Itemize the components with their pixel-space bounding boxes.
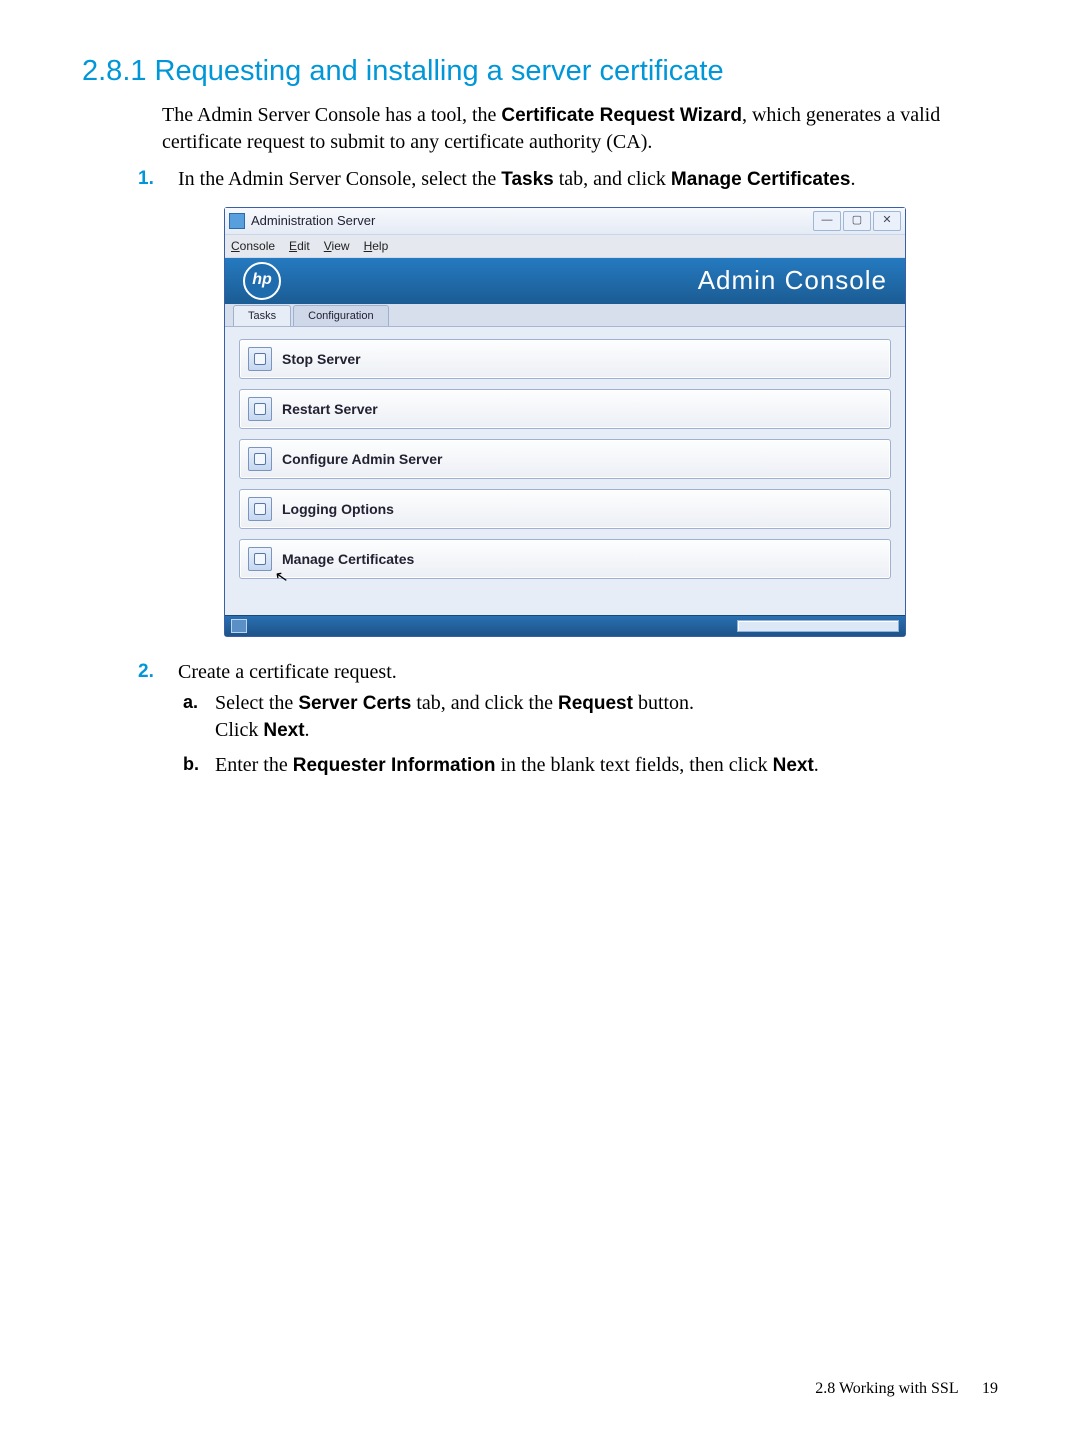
sub-b-post: . [814, 754, 819, 776]
document-page: 2.8.1 Requesting and installing a server… [0, 0, 1080, 1438]
menu-console[interactable]: CConsoleonsole [231, 238, 275, 254]
step-1-pre: In the Admin Server Console, select the [178, 168, 501, 190]
sub-a-line2-pre: Click [215, 719, 263, 741]
menu-help[interactable]: HHelpelp [364, 238, 389, 254]
footer-page-number: 19 [982, 1380, 998, 1397]
task-icon [248, 397, 272, 421]
intro-bold-wizard: Certificate Request Wizard [501, 105, 742, 126]
tasks-panel: Stop Server Restart Server Configure Adm… [225, 327, 905, 615]
status-indicator-icon [231, 619, 247, 633]
sub-b-bold-requester-info: Requester Information [293, 755, 496, 776]
step-1: 1. In the Admin Server Console, select t… [138, 166, 994, 637]
task-icon [248, 447, 272, 471]
sub-b-bold-next: Next [773, 755, 814, 776]
tab-tasks[interactable]: Tasks [233, 305, 291, 326]
window-maximize-button[interactable]: ▢ [843, 211, 871, 231]
sub-a-pre: Select the [215, 692, 298, 714]
window-close-button[interactable]: ✕ [873, 211, 901, 231]
step-1-mid: tab, and click [554, 168, 671, 190]
sub-a-bold-server-certs: Server Certs [298, 693, 411, 714]
admin-console-screenshot: Administration Server — ▢ ✕ CConsoleonso… [224, 207, 906, 637]
task-icon [248, 547, 272, 571]
task-restart-server[interactable]: Restart Server [239, 389, 891, 429]
tab-configuration[interactable]: Configuration [293, 305, 388, 326]
menu-edit[interactable]: EEditdit [289, 238, 310, 254]
window-minimize-button[interactable]: — [813, 211, 841, 231]
tab-row: Tasks Configuration [225, 304, 905, 327]
task-label: Stop Server [282, 350, 361, 369]
sub-a-bold-next: Next [263, 720, 304, 741]
page-footer: 2.8 Working with SSL 19 [815, 1380, 998, 1398]
step-2-number: 2. [138, 659, 154, 685]
section-heading: 2.8.1 Requesting and installing a server… [82, 55, 1000, 88]
window-app-icon [229, 213, 245, 229]
footer-section: 2.8 Working with SSL [815, 1380, 958, 1397]
sub-a-bold-request: Request [558, 693, 633, 714]
step-2-text: Create a certificate request. [178, 661, 397, 683]
sub-step-b-number: b. [183, 752, 199, 776]
task-logging-options[interactable]: Logging Options [239, 489, 891, 529]
sub-a-post: button. [633, 692, 694, 714]
menu-bar: CConsoleonsole EEditdit VViewiew HHelpel… [225, 235, 905, 258]
window-titlebar: Administration Server — ▢ ✕ [225, 208, 905, 235]
sub-b-pre: Enter the [215, 754, 293, 776]
task-icon [248, 347, 272, 371]
task-label: Manage Certificates [282, 550, 414, 569]
window-controls: — ▢ ✕ [813, 211, 901, 231]
task-configure-admin-server[interactable]: Configure Admin Server [239, 439, 891, 479]
banner-title: Admin Console [698, 263, 887, 298]
intro-paragraph: The Admin Server Console has a tool, the… [162, 102, 994, 156]
menu-view[interactable]: VViewiew [324, 238, 350, 254]
step-1-bold-tasks: Tasks [501, 169, 553, 190]
task-label: Logging Options [282, 500, 394, 519]
sub-b-mid: in the blank text fields, then click [495, 754, 772, 776]
task-label: Restart Server [282, 400, 378, 419]
status-progress-well [737, 620, 899, 632]
sub-step-a-number: a. [183, 690, 198, 714]
step-1-bold-manage: Manage Certificates [671, 169, 851, 190]
banner: hp Admin Console [225, 258, 905, 304]
hp-logo-icon: hp [243, 262, 281, 300]
sub-a-mid: tab, and click the [411, 692, 558, 714]
step-2: 2. Create a certificate request. a. Sele… [138, 659, 994, 779]
step-list: 1. In the Admin Server Console, select t… [138, 166, 994, 779]
sub-step-b: b. Enter the Requester Information in th… [183, 752, 994, 779]
task-label: Configure Admin Server [282, 450, 443, 469]
status-bar [225, 615, 905, 636]
cursor-anchor: Manage Certificates ↖ [235, 539, 895, 579]
intro-text-pre: The Admin Server Console has a tool, the [162, 104, 501, 126]
step-1-number: 1. [138, 166, 154, 192]
window-title: Administration Server [251, 212, 813, 230]
sub-step-a: a. Select the Server Certs tab, and clic… [183, 690, 994, 744]
sub-a-line2-post: . [305, 719, 310, 741]
task-icon [248, 497, 272, 521]
task-manage-certificates[interactable]: Manage Certificates [239, 539, 891, 579]
task-stop-server[interactable]: Stop Server [239, 339, 891, 379]
sub-step-list: a. Select the Server Certs tab, and clic… [183, 690, 994, 779]
body-content: The Admin Server Console has a tool, the… [162, 102, 994, 779]
step-1-post: . [850, 168, 855, 190]
